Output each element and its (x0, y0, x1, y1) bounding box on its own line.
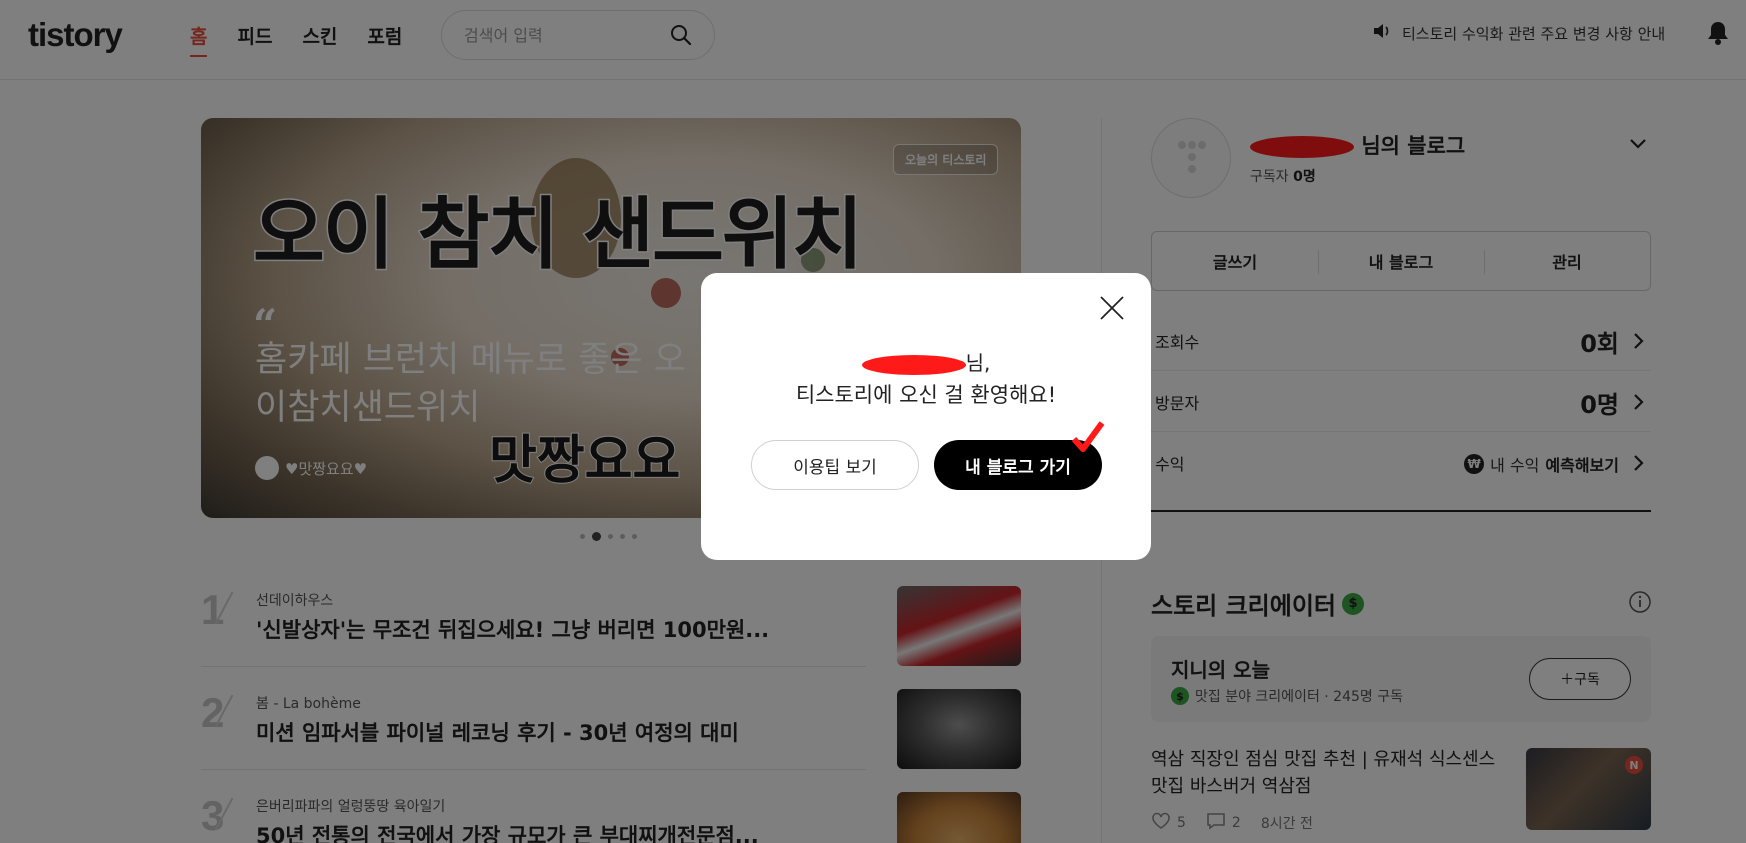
greeting-suffix: 님, (965, 351, 991, 375)
usage-tips-button[interactable]: 이용팁 보기 (751, 440, 919, 490)
red-checkmark-icon (1071, 419, 1105, 457)
welcome-modal: 님, 티스토리에 오신 걸 환영해요! 이용팁 보기 내 블로그 가기 (701, 273, 1151, 560)
welcome-greeting: 님, (701, 347, 1151, 376)
welcome-message: 티스토리에 오신 걸 환영해요! (795, 383, 1057, 407)
redacted-username (861, 354, 966, 375)
close-icon[interactable] (1097, 293, 1127, 327)
